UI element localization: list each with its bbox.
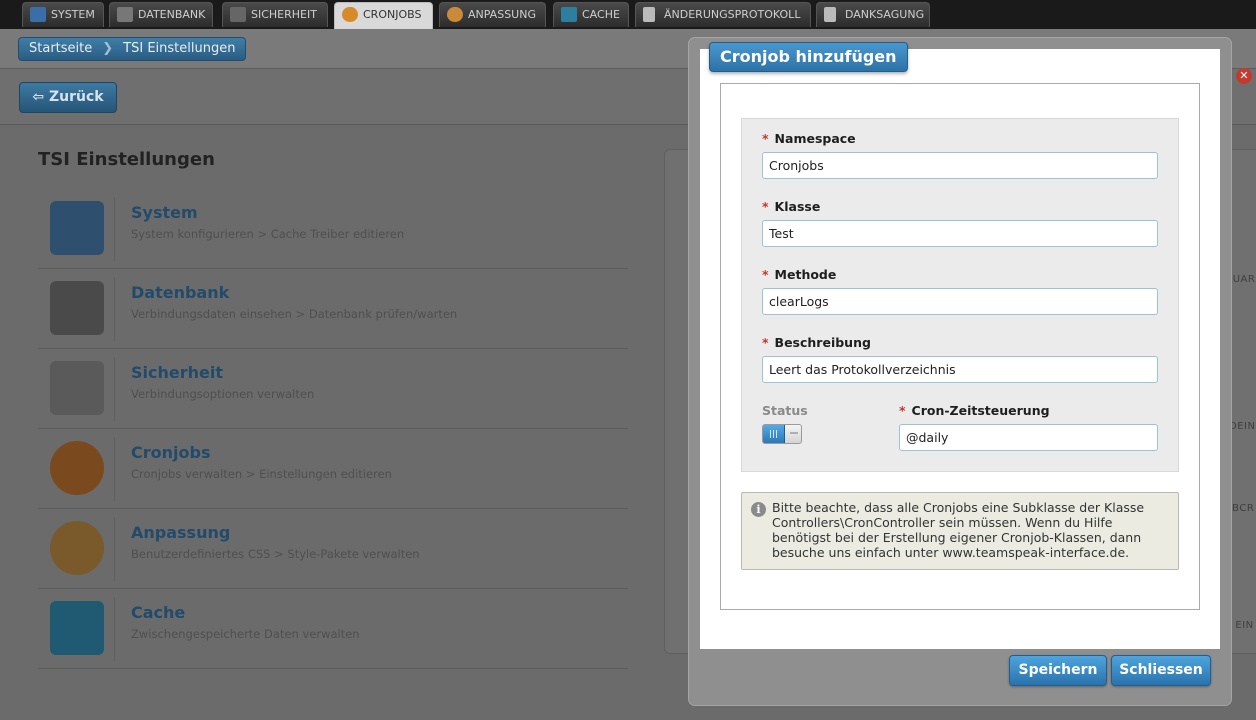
- tab-cronjobs[interactable]: CRONJOBS: [334, 2, 433, 29]
- monitor-icon: [50, 201, 104, 255]
- page-title: TSI Einstellungen: [38, 149, 215, 170]
- info-box: i Bitte beachte, dass alle Cronjobs eine…: [741, 492, 1179, 570]
- divider: [114, 197, 115, 261]
- tab-danksagung[interactable]: DANKSAGUNG: [816, 2, 930, 27]
- settings-item-cache[interactable]: Cache Zwischengespeicherte Daten verwalt…: [38, 589, 628, 669]
- divider: [114, 277, 115, 341]
- tab-label: SICHERHEIT: [251, 8, 317, 21]
- settings-item-sicherheit[interactable]: Sicherheit Verbindungsoptionen verwalten: [38, 349, 628, 429]
- tab-datenbank[interactable]: DATENBANK: [109, 2, 213, 27]
- tab-label: CACHE: [582, 8, 620, 21]
- item-subtitle: Verbindungsdaten einsehen > Datenbank pr…: [131, 307, 458, 321]
- required-mark: *: [762, 267, 769, 282]
- namespace-label: * Namespace: [762, 131, 856, 146]
- settings-item-system[interactable]: System System konfigurieren > Cache Trei…: [38, 189, 628, 269]
- breadcrumb-current[interactable]: TSI Einstellungen: [123, 38, 235, 60]
- monitor-icon: [30, 7, 46, 22]
- tab-cache[interactable]: CACHE: [553, 2, 629, 27]
- breadcrumb-home[interactable]: Startseite: [29, 38, 92, 60]
- klasse-label: * Klasse: [762, 199, 821, 214]
- safe-icon: [50, 361, 104, 415]
- item-subtitle: System konfigurieren > Cache Treiber edi…: [131, 227, 405, 241]
- tab-anpassung[interactable]: ANPASSUNG: [439, 2, 546, 27]
- required-mark: *: [762, 131, 769, 146]
- back-button[interactable]: ⇦ Zurück: [19, 82, 117, 113]
- tab-label: DATENBANK: [138, 8, 206, 21]
- required-mark: *: [762, 199, 769, 214]
- settings-item-cronjobs[interactable]: Cronjobs Cronjobs verwalten > Einstellun…: [38, 429, 628, 509]
- item-title[interactable]: System: [131, 203, 198, 222]
- divider: [114, 597, 115, 661]
- required-mark: *: [899, 403, 906, 418]
- required-mark: *: [762, 335, 769, 350]
- status-label: Status: [762, 403, 808, 418]
- item-title[interactable]: Cache: [131, 603, 185, 622]
- toggle-on-indicator: [763, 425, 785, 443]
- database-icon: [50, 281, 104, 335]
- item-subtitle: Benutzerdefiniertes CSS > Style-Pakete v…: [131, 547, 420, 561]
- palette-icon: [447, 7, 463, 22]
- top-nav: SYSTEM DATENBANK SICHERHEIT CRONJOBS ANP…: [0, 0, 1256, 29]
- document-icon: [643, 7, 655, 22]
- divider: [114, 437, 115, 501]
- item-title[interactable]: Sicherheit: [131, 363, 223, 382]
- tab-aenderungsprotokoll[interactable]: ÄNDERUNGSPROTOKOLL: [635, 2, 811, 27]
- close-button[interactable]: Schliessen: [1111, 655, 1211, 686]
- breadcrumb: Startseite ❯ TSI Einstellungen: [18, 37, 247, 61]
- klasse-input[interactable]: [762, 220, 1158, 247]
- item-title[interactable]: Datenbank: [131, 283, 229, 302]
- cron-input[interactable]: [899, 424, 1158, 451]
- breadcrumb-separator-icon: ❯: [102, 41, 114, 56]
- namespace-input[interactable]: [762, 152, 1158, 179]
- palette-icon: [50, 521, 104, 575]
- info-text: Bitte beachte, dass alle Cronjobs eine S…: [772, 500, 1145, 560]
- tab-label: ANPASSUNG: [468, 8, 536, 21]
- tab-label: SYSTEM: [51, 8, 95, 21]
- clock-icon: [50, 441, 104, 495]
- document-icon: [824, 7, 836, 22]
- methode-input[interactable]: [762, 288, 1158, 315]
- divider: [114, 357, 115, 421]
- beschreibung-input[interactable]: [762, 356, 1158, 383]
- database-icon: [117, 7, 133, 22]
- item-title[interactable]: Cronjobs: [131, 443, 210, 462]
- safe-icon: [230, 7, 246, 22]
- settings-item-anpassung[interactable]: Anpassung Benutzerdefiniertes CSS > Styl…: [38, 509, 628, 589]
- tab-system[interactable]: SYSTEM: [22, 2, 104, 27]
- tab-label: ÄNDERUNGSPROTOKOLL: [664, 8, 801, 21]
- basket-icon: [561, 7, 577, 22]
- beschreibung-label: * Beschreibung: [762, 335, 871, 350]
- methode-label: * Methode: [762, 267, 837, 282]
- item-subtitle: Zwischengespeicherte Daten verwalten: [131, 627, 360, 641]
- tab-sicherheit[interactable]: SICHERHEIT: [222, 2, 328, 27]
- item-title[interactable]: Anpassung: [131, 523, 230, 542]
- clock-icon: [342, 7, 358, 22]
- modal-title: Cronjob hinzufügen: [709, 42, 908, 72]
- close-icon[interactable]: ✕: [1236, 68, 1252, 84]
- info-icon: i: [751, 502, 766, 517]
- status-toggle[interactable]: [762, 424, 802, 444]
- settings-item-datenbank[interactable]: Datenbank Verbindungsdaten einsehen > Da…: [38, 269, 628, 349]
- cron-label: * Cron-Zeitsteuerung: [899, 403, 1050, 418]
- toggle-handle: [790, 432, 798, 434]
- save-button[interactable]: Speichern: [1009, 655, 1107, 686]
- tab-label: CRONJOBS: [363, 8, 422, 21]
- item-subtitle: Cronjobs verwalten > Einstellungen editi…: [131, 467, 392, 481]
- basket-icon: [50, 601, 104, 655]
- divider: [114, 517, 115, 581]
- item-subtitle: Verbindungsoptionen verwalten: [131, 387, 315, 401]
- tab-label: DANKSAGUNG: [845, 8, 925, 21]
